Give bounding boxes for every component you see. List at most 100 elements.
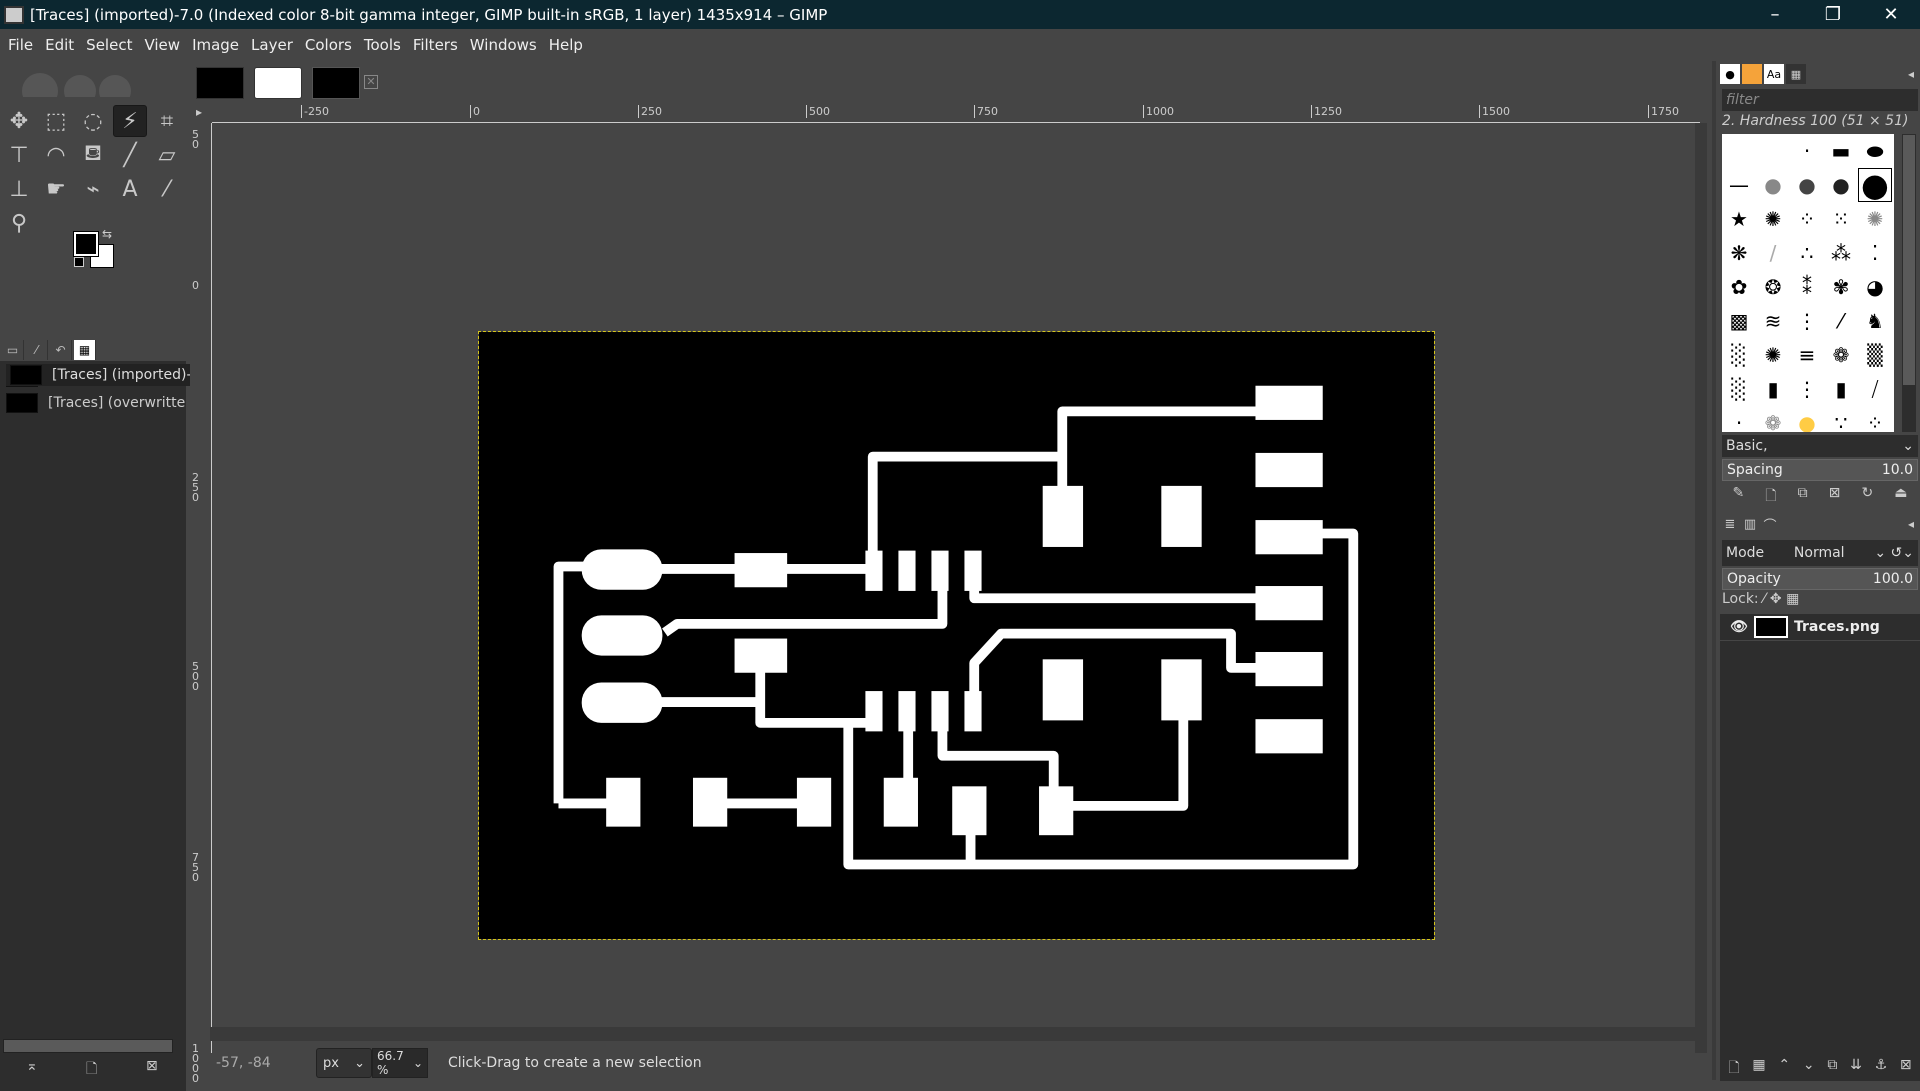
undo-history-tab[interactable]: ↶ <box>50 340 72 360</box>
zoom-value[interactable]: 66.7 % <box>377 1049 413 1077</box>
paths-tool[interactable]: ⌁ <box>76 173 110 205</box>
lock-pixels-icon[interactable]: ⁄ <box>1763 591 1765 607</box>
toolbox: ✥ ⬚ ◌ ⚡ ⌗ ⊤ ◠ ⛾ ╱ ▱ ⊥ ☛ ⌁ A ⁄ ⚲ ⇆ <box>0 61 186 271</box>
status-bar: -57, -84 px ⌄ 66.7 % ⌄ Click-Drag to creat… <box>190 1046 1710 1080</box>
fonts-tab[interactable]: Aa <box>1764 64 1784 84</box>
brush-actions: ✎ 🗋 ⧉ ⊠ ↻ ⏏ <box>1722 485 1918 509</box>
crop-tool[interactable]: ⌗ <box>150 105 184 137</box>
reset-colors-icon[interactable] <box>74 257 84 267</box>
lock-label: Lock: <box>1722 591 1759 607</box>
eye-visibility-icon[interactable]: 👁 <box>1730 619 1748 635</box>
menu-windows[interactable]: Windows <box>464 36 543 54</box>
menu-filters[interactable]: Filters <box>407 36 464 54</box>
paintbrush-tool[interactable]: ╱ <box>113 139 147 171</box>
move-tool[interactable]: ✥ <box>2 105 36 137</box>
paths-tab[interactable]: ⌒ <box>1760 513 1780 535</box>
close-tab-icon[interactable]: ✕ <box>364 75 378 89</box>
configure-tab-icon[interactable]: ◂ <box>1908 517 1914 531</box>
layers-dock-tabs: ≣ ▥ ⌒ <box>1720 513 1780 535</box>
bucket-fill-tool[interactable]: ⛾ <box>76 139 110 171</box>
brush-tag-selector[interactable]: Basic, ⌄ <box>1722 435 1918 457</box>
document-tab[interactable] <box>254 67 302 99</box>
status-message: Click-Drag to create a new selection <box>448 1055 702 1071</box>
layers-tab[interactable]: ≣ <box>1720 513 1740 535</box>
duplicate-brush-icon[interactable]: ⧉ <box>1798 485 1808 509</box>
smudge-tool[interactable]: ☛ <box>39 173 73 205</box>
open-brush-as-image-icon[interactable]: ⏏ <box>1894 485 1907 509</box>
new-layer-group-icon[interactable]: ▦ <box>1752 1057 1765 1081</box>
anchor-layer-icon[interactable]: ⚓ <box>1875 1057 1888 1081</box>
text-tool[interactable]: A <box>113 173 147 205</box>
delete-brush-icon[interactable]: ⊠ <box>1829 485 1841 509</box>
menu-image[interactable]: Image <box>186 36 245 54</box>
menu-edit[interactable]: Edit <box>39 36 80 54</box>
menu-tools[interactable]: Tools <box>358 36 407 54</box>
refresh-brushes-icon[interactable]: ↻ <box>1861 485 1873 509</box>
foreground-color[interactable] <box>73 231 99 257</box>
new-layer-icon[interactable]: 🗋 <box>1728 1057 1739 1081</box>
menu-colors[interactable]: Colors <box>299 36 358 54</box>
device-status-tab[interactable]: ▭ <box>2 340 24 360</box>
gradients-tab[interactable] <box>1742 64 1762 84</box>
menu-view[interactable]: View <box>138 36 186 54</box>
brush-scrollbar[interactable] <box>1902 134 1916 432</box>
menu-layer[interactable]: Layer <box>245 36 299 54</box>
gimp-app-icon <box>4 5 24 24</box>
quick-mask-toggle-icon[interactable]: ▸ <box>196 105 202 119</box>
vertical-scrollbar[interactable] <box>1695 123 1707 1053</box>
tool-presets-tab[interactable]: ⁄ <box>26 340 48 360</box>
document-tab-active[interactable] <box>312 67 360 99</box>
merge-layer-icon[interactable]: ⇊ <box>1850 1057 1862 1081</box>
zoom-selector[interactable]: 66.7 % ⌄ <box>372 1048 428 1078</box>
swap-colors-icon[interactable]: ⇆ <box>102 227 112 241</box>
spacing-spinner[interactable]: Spacing 10.0 <box>1722 459 1918 481</box>
lock-position-icon[interactable]: ✥ <box>1770 591 1782 607</box>
close-button[interactable]: ✕ <box>1862 0 1920 29</box>
unified-transform-tool[interactable]: ⊤ <box>2 139 36 171</box>
brush-grid[interactable]: · ▬ ⬬ — ● ● ● ● ★ ✺ ⁘ ⁙ ✺ ❋ / ∴ ⁂ ⁚ ✿ ❂ ⁑ ✾ ◕ ▩ ≋ ⋮ ⁄ ♞ ░ ✺ ≡ ❁ ▒ … <box>1722 134 1894 432</box>
lock-alpha-icon[interactable]: ▦ <box>1786 591 1799 607</box>
zoom-tool[interactable]: ⚲ <box>2 207 36 239</box>
eraser-tool[interactable]: ▱ <box>150 139 184 171</box>
left-dock: ✥ ⬚ ◌ ⚡ ⌗ ⊤ ◠ ⛾ ╱ ▱ ⊥ ☛ ⌁ A ⁄ ⚲ ⇆ ▭ ⁄ ↶ ▦ [Traces] (imp… <box>0 61 202 1091</box>
layer-mode-selector[interactable]: Mode Normal ⌄ ↺⌄ <box>1722 540 1918 566</box>
menu-select[interactable]: Select <box>80 36 138 54</box>
opacity-spinner[interactable]: Opacity 100.0 <box>1722 568 1918 590</box>
unit-selector[interactable]: px ⌄ <box>316 1048 372 1078</box>
horizontal-scrollbar[interactable] <box>210 1027 1695 1041</box>
rect-select-tool[interactable]: ⬚ <box>39 105 73 137</box>
menu-file[interactable]: File <box>2 36 39 54</box>
image-item[interactable]: [Traces] (overwritten)-2 <box>0 390 186 416</box>
layer-item[interactable]: 👁 Traces.png <box>1720 614 1920 640</box>
clone-tool[interactable]: ⊥ <box>2 173 36 205</box>
new-display-icon[interactable]: 🗋 <box>86 1058 97 1082</box>
new-brush-icon[interactable]: 🗋 <box>1765 485 1776 509</box>
raise-view-icon[interactable]: ⌅ <box>26 1058 38 1074</box>
fuzzy-select-tool[interactable]: ⚡ <box>113 105 147 137</box>
images-tab[interactable]: ▦ <box>74 340 96 360</box>
delete-icon[interactable]: ⊠ <box>146 1058 158 1074</box>
horizontal-scrollbar[interactable] <box>3 1039 173 1053</box>
minimize-button[interactable]: – <box>1746 0 1804 29</box>
document-tab[interactable] <box>196 67 244 99</box>
lower-layer-icon[interactable]: ⌄ <box>1803 1057 1815 1081</box>
delete-layer-icon[interactable]: ⊠ <box>1900 1057 1912 1081</box>
chevron-down-icon: ⌄ <box>1902 438 1914 454</box>
raise-layer-icon[interactable]: ⌃ <box>1778 1057 1790 1081</box>
color-picker-tool[interactable]: ⁄ <box>150 173 184 205</box>
images-tab[interactable]: ▦ <box>1786 64 1806 84</box>
duplicate-layer-icon[interactable]: ⧉ <box>1827 1057 1837 1081</box>
maximize-button[interactable]: ❐ <box>1804 0 1862 29</box>
edit-brush-icon[interactable]: ✎ <box>1733 485 1745 509</box>
channels-tab[interactable]: ▥ <box>1740 513 1760 535</box>
free-select-tool[interactable]: ◌ <box>76 105 110 137</box>
configure-tab-icon[interactable]: ◂ <box>1908 67 1914 81</box>
menu-help[interactable]: Help <box>543 36 589 54</box>
canvas-viewport[interactable] <box>213 124 1693 1049</box>
ruler-label: 750 <box>974 105 998 118</box>
brushes-tab[interactable]: ● <box>1720 64 1740 84</box>
right-dock: ● Aa ▦ ◂ filter 2. Hardness 100 (51 × 51… <box>1712 61 1920 1081</box>
warp-transform-tool[interactable]: ◠ <box>39 139 73 171</box>
image-item[interactable]: [Traces] (imported)-7 <box>6 364 202 386</box>
brush-filter-input[interactable]: filter <box>1722 89 1918 111</box>
